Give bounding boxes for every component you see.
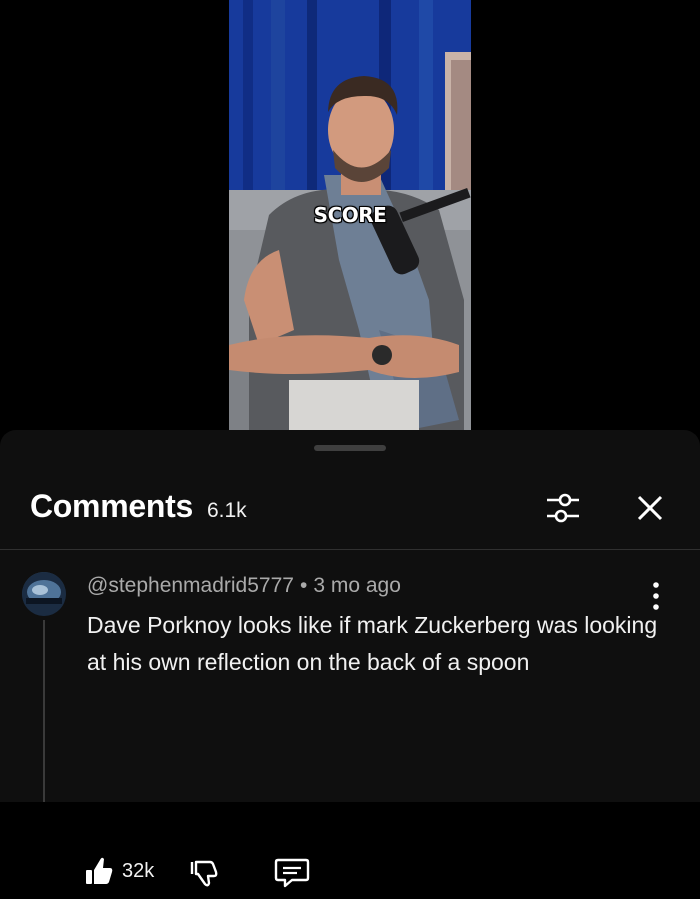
comments-header: Comments 6.1k xyxy=(30,488,247,528)
comment-time: 3 mo ago xyxy=(313,574,401,597)
filter-button[interactable] xyxy=(541,486,585,530)
comments-title: Comments xyxy=(30,488,193,524)
dislike-button[interactable] xyxy=(184,850,224,894)
meta-separator: • xyxy=(299,574,308,597)
comment-text: Dave Porknoy looks like if mark Zuckerbe… xyxy=(87,612,658,675)
sliders-icon xyxy=(547,493,579,523)
video-player[interactable]: SCORE xyxy=(229,0,471,430)
comments-sheet: Comments 6.1k @stephenmadrid5777 • 3 mo … xyxy=(0,430,700,888)
video-caption: SCORE xyxy=(313,203,387,227)
like-button[interactable]: 32k xyxy=(84,850,174,894)
thumbs-up-icon xyxy=(86,857,113,884)
comment-author[interactable]: @stephenmadrid5777 xyxy=(87,574,294,597)
close-icon xyxy=(637,495,663,521)
comment-item: @stephenmadrid5777 • 3 mo ago Dave Porknoy… xyxy=(0,550,700,888)
thumbs-down-icon xyxy=(190,860,218,887)
reply-button[interactable] xyxy=(272,850,312,894)
video-area: SCORE xyxy=(0,0,700,430)
avatar-image xyxy=(22,572,66,616)
comments-count: 6.1k xyxy=(206,499,247,522)
avatar[interactable] xyxy=(22,572,66,616)
thread-line xyxy=(43,620,45,802)
close-button[interactable] xyxy=(628,486,672,530)
like-count: 32k xyxy=(122,860,155,882)
drag-handle[interactable] xyxy=(314,445,386,451)
comment-meta: @stephenmadrid5777 • 3 mo ago xyxy=(87,574,401,598)
reply-icon xyxy=(274,858,310,888)
